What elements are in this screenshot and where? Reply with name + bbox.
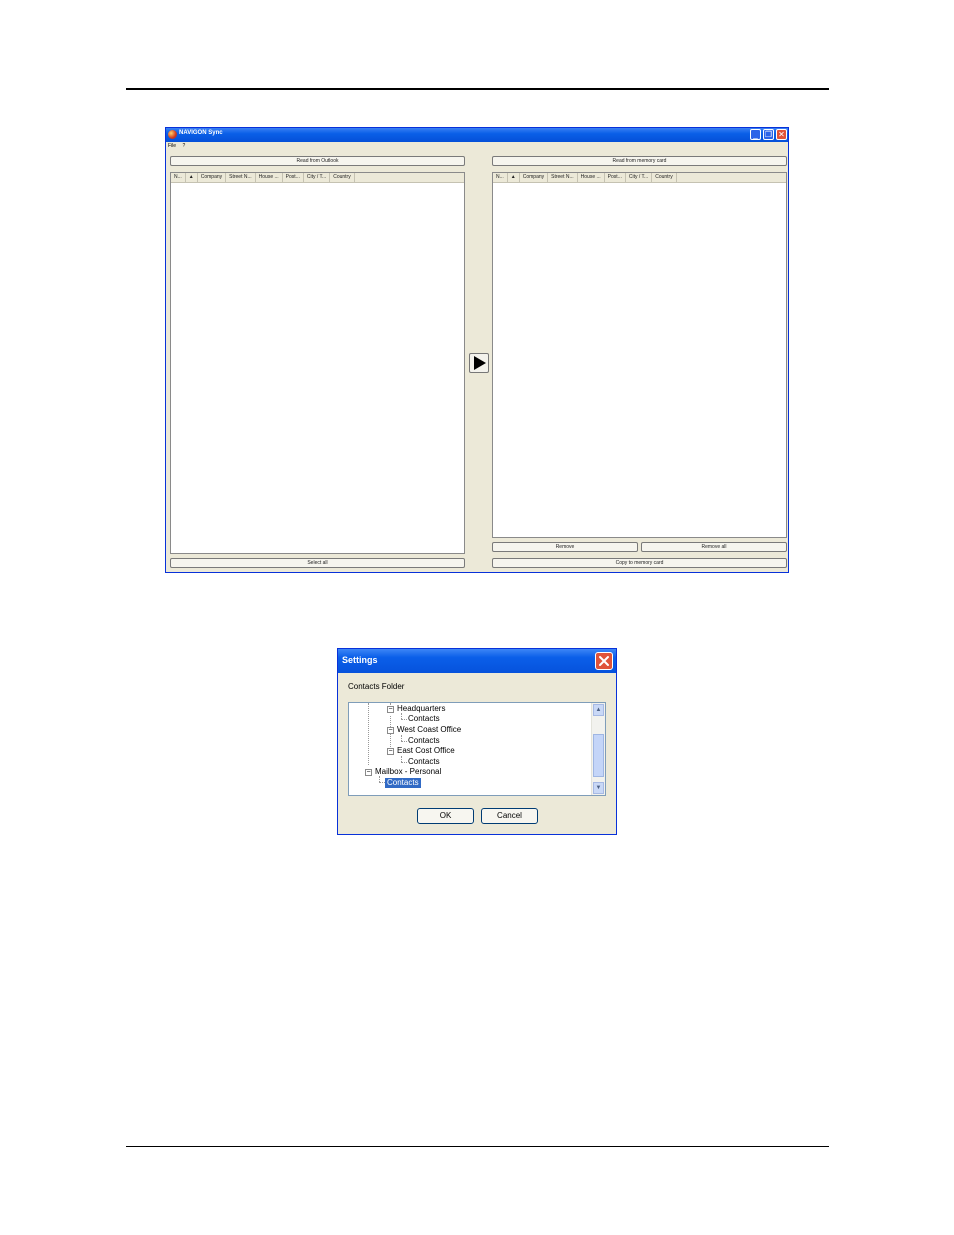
app-logo-icon (168, 130, 177, 139)
tree-node-west-coast-office[interactable]: West Coast Office (397, 725, 461, 735)
column-name[interactable]: N... (493, 173, 508, 182)
dialog-titlebar[interactable]: Settings (338, 649, 616, 673)
column-postcode[interactable]: Post... (605, 173, 626, 182)
tree-node-contacts[interactable]: Contacts (408, 714, 440, 724)
restore-button[interactable]: ❐ (763, 129, 774, 140)
dialog-close-button[interactable] (595, 652, 613, 670)
column-country[interactable]: Country (330, 173, 355, 182)
dialog-title: Settings (342, 655, 378, 665)
menu-file[interactable]: File (168, 143, 176, 149)
play-arrow-icon (474, 356, 486, 370)
tree-line (368, 703, 369, 765)
menu-help[interactable]: ? (182, 143, 185, 149)
scroll-thumb[interactable] (593, 734, 604, 777)
menu-bar: File ? (168, 143, 190, 149)
column-postcode[interactable]: Post... (283, 173, 304, 182)
remove-button[interactable]: Remove (492, 542, 638, 552)
tree-line (401, 741, 407, 742)
column-city[interactable]: City / T... (304, 173, 331, 182)
scroll-up-button[interactable]: ▲ (593, 704, 604, 716)
column-street[interactable]: Street N... (226, 173, 256, 182)
sort-ascending-icon[interactable]: ▲ (186, 173, 198, 182)
transfer-button[interactable] (469, 353, 489, 373)
memory-card-list-header: N... ▲ Company Street N... House ... Pos… (493, 173, 786, 183)
tree-node-headquarters[interactable]: Headquarters (397, 704, 445, 714)
select-all-button[interactable]: Select all (170, 558, 465, 568)
read-from-outlook-button[interactable]: Read from Outlook (170, 156, 465, 166)
tree-node-mailbox-personal[interactable]: Mailbox - Personal (375, 767, 441, 777)
column-name[interactable]: N... (171, 173, 186, 182)
outlook-list-header: N... ▲ Company Street N... House ... Pos… (171, 173, 464, 183)
tree-line (401, 762, 407, 763)
column-country[interactable]: Country (652, 173, 677, 182)
tree-node-contacts-selected[interactable]: Contacts (385, 778, 421, 788)
copy-to-memory-card-button[interactable]: Copy to memory card (492, 558, 787, 568)
collapse-icon[interactable]: − (387, 706, 394, 713)
scroll-down-button[interactable]: ▼ (593, 782, 604, 794)
tree-node-east-cost-office[interactable]: East Cost Office (397, 746, 455, 756)
settings-dialog: Settings Contacts Folder − Headquarters … (337, 648, 617, 835)
memory-card-contacts-list[interactable]: N... ▲ Company Street N... House ... Pos… (492, 172, 787, 538)
header-rule (126, 88, 829, 90)
tree-line (401, 719, 407, 720)
close-icon (599, 656, 609, 666)
column-city[interactable]: City / T... (626, 173, 653, 182)
contacts-folder-label: Contacts Folder (348, 682, 405, 691)
column-house[interactable]: House ... (256, 173, 283, 182)
contacts-folder-tree[interactable]: − Headquarters Contacts − West Coast Off… (348, 702, 606, 796)
window-title: NAVIGON Sync (179, 130, 223, 136)
tree-node-contacts[interactable]: Contacts (408, 736, 440, 746)
collapse-icon[interactable]: − (365, 769, 372, 776)
close-button[interactable]: ✕ (776, 129, 787, 140)
footer-rule (126, 1146, 829, 1147)
tree-node-contacts[interactable]: Contacts (408, 757, 440, 767)
column-company[interactable]: Company (198, 173, 227, 182)
collapse-icon[interactable]: − (387, 748, 394, 755)
column-house[interactable]: House ... (578, 173, 605, 182)
cancel-button[interactable]: Cancel (481, 808, 538, 824)
collapse-icon[interactable]: − (387, 727, 394, 734)
ok-button[interactable]: OK (417, 808, 474, 824)
remove-all-button[interactable]: Remove all (641, 542, 787, 552)
window-titlebar[interactable]: NAVIGON Sync _ ❐ ✕ (166, 128, 788, 142)
outlook-contacts-list[interactable]: N... ▲ Company Street N... House ... Pos… (170, 172, 465, 554)
sort-ascending-icon[interactable]: ▲ (508, 173, 520, 182)
tree-scrollbar[interactable]: ▲ ▼ (591, 703, 605, 795)
navigon-sync-window: NAVIGON Sync _ ❐ ✕ File ? Read from Outl… (165, 127, 789, 573)
minimize-button[interactable]: _ (750, 129, 761, 140)
column-street[interactable]: Street N... (548, 173, 578, 182)
column-company[interactable]: Company (520, 173, 549, 182)
read-from-memory-card-button[interactable]: Read from memory card (492, 156, 787, 166)
